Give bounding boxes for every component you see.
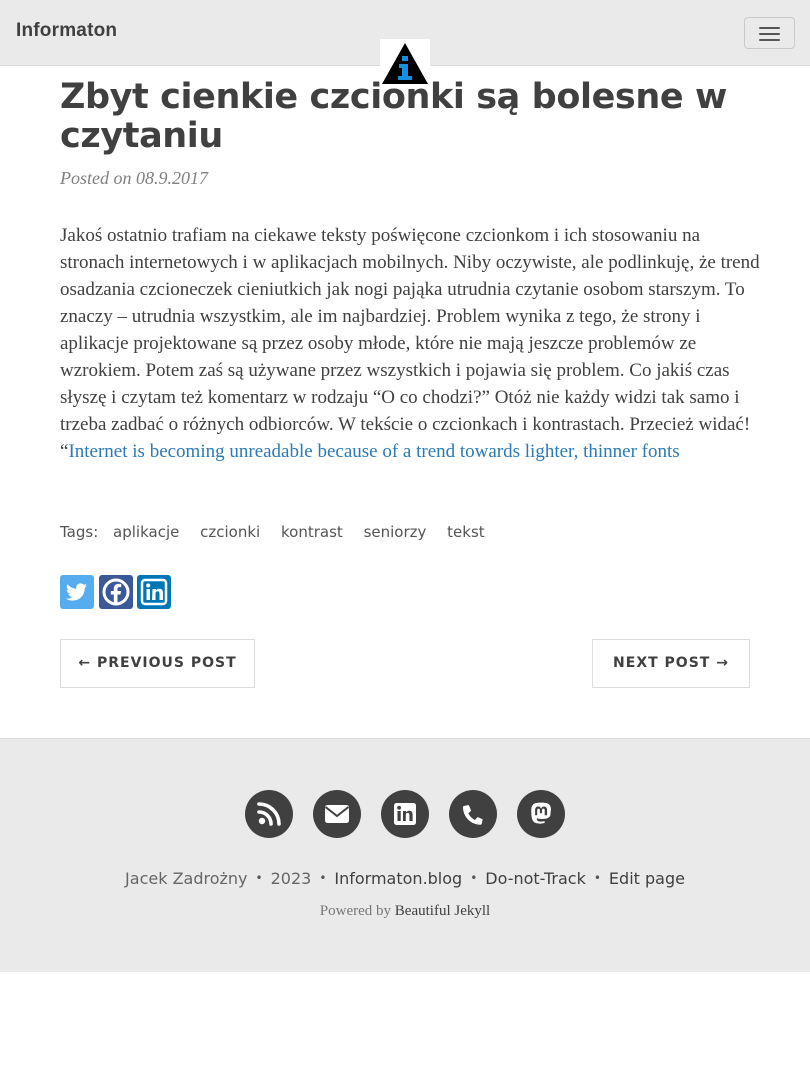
rss-icon[interactable] <box>245 790 293 838</box>
linkedin-icon[interactable] <box>381 790 429 838</box>
tags-list: Tags: aplikacje czcionki kontrast senior… <box>60 523 501 541</box>
tag-link[interactable]: tekst <box>447 523 485 541</box>
footer-separator: • <box>470 871 478 885</box>
post-meta-date: Posted on 08.9.2017 <box>60 168 208 188</box>
facebook-icon[interactable] <box>99 575 133 609</box>
tag-link[interactable]: seniorzy <box>364 523 427 541</box>
tag-link[interactable]: czcionki <box>200 523 260 541</box>
footer-year: 2023 <box>270 869 312 888</box>
article-link[interactable]: Internet is becoming unreadable because … <box>68 441 679 462</box>
next-post-button[interactable]: NEXT POST → <box>592 639 750 688</box>
footer-info-line: Jacek Zadrożny • 2023 • Informaton.blog • Do-n… <box>0 869 810 888</box>
powered-by-prefix: Powered by <box>319 903 392 919</box>
footer-separator: • <box>255 871 263 885</box>
post-title: Zbyt cienkie czcionki są bolesne w czyta… <box>60 77 727 156</box>
post-body-text: Jakoś ostatnio trafiam na ciekawe teksty… <box>60 225 760 462</box>
footer-separator: • <box>593 871 601 885</box>
powered-by: Powered by Beautiful Jekyll <box>0 903 810 920</box>
footer-dnt-link[interactable]: Do-not-Track <box>485 869 586 888</box>
tag-link[interactable]: kontrast <box>281 523 343 541</box>
hamburger-menu-icon[interactable] <box>744 17 795 49</box>
post-body: Jakoś ostatnio trafiam na ciekawe teksty… <box>60 222 760 465</box>
informaton-triangle-logo[interactable] <box>380 39 430 85</box>
linkedin-icon[interactable] <box>137 575 171 609</box>
footer-separator: • <box>319 871 327 885</box>
phone-icon[interactable] <box>449 790 497 838</box>
site-brand[interactable]: Informaton <box>16 20 117 42</box>
footer-edit-page-link[interactable]: Edit page <box>609 869 685 888</box>
tag-link[interactable]: aplikacje <box>113 523 179 541</box>
footer-site-link[interactable]: Informaton.blog <box>334 869 462 888</box>
previous-post-button[interactable]: ← PREVIOUS POST <box>60 639 255 688</box>
envelope-icon[interactable] <box>313 790 361 838</box>
mastodon-icon[interactable] <box>517 790 565 838</box>
footer: Jacek Zadrożny • 2023 • Informaton.blog • Do-n… <box>0 738 810 972</box>
footer-author: Jacek Zadrożny <box>125 869 248 888</box>
tags-label: Tags: <box>60 523 99 541</box>
beautiful-jekyll-link[interactable]: Beautiful Jekyll <box>395 903 490 919</box>
twitter-icon[interactable] <box>60 575 94 609</box>
